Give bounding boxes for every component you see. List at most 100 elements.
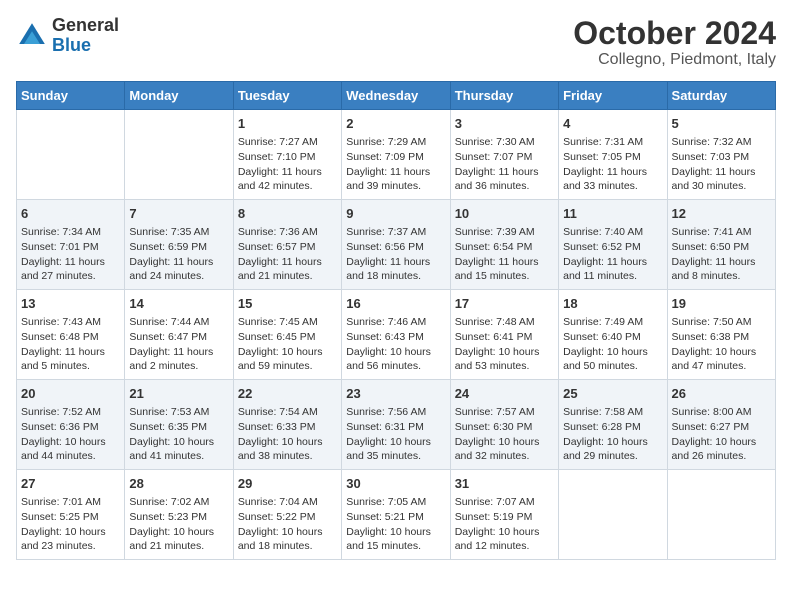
week-row-2: 13Sunrise: 7:43 AMSunset: 6:48 PMDayligh… [17,290,776,380]
header-friday: Friday [559,82,667,110]
day-cell: 8 Sunrise: 7:36 AMSunset: 6:57 PMDaylight… [233,200,341,290]
day-info: Sunrise: 7:31 AMSunset: 7:05 PMDaylight:… [563,135,662,194]
day-info: Sunrise: 7:35 AMSunset: 6:59 PMDaylight:… [129,225,228,284]
day-cell: 26 Sunrise: 8:00 AMSunset: 6:27 PMDayligh… [667,380,775,470]
day-number: 8 [238,205,337,223]
day-cell: 31 Sunrise: 7:07 AMSunset: 5:19 PMDayligh… [450,469,558,559]
day-cell: 25Sunrise: 7:58 AMSunset: 6:28 PMDayligh… [559,380,667,470]
day-cell: 6 Sunrise: 7:34 AMSunset: 7:01 PMDaylight… [17,200,125,290]
day-cell [667,469,775,559]
day-info: Sunrise: 7:57 AMSunset: 6:30 PMDaylight:… [455,405,554,464]
day-cell: 4 Sunrise: 7:31 AMSunset: 7:05 PMDaylight… [559,110,667,200]
day-number: 29 [238,475,337,493]
day-number: 6 [21,205,120,223]
logo-icon [16,20,48,52]
day-number: 11 [563,205,662,223]
week-row-1: 6 Sunrise: 7:34 AMSunset: 7:01 PMDaylight… [17,200,776,290]
day-cell: 24 Sunrise: 7:57 AMSunset: 6:30 PMDayligh… [450,380,558,470]
day-number: 24 [455,385,554,403]
calendar-subtitle: Collegno, Piedmont, Italy [573,51,776,69]
day-number: 2 [346,115,445,133]
day-cell: 19Sunrise: 7:50 AMSunset: 6:38 PMDayligh… [667,290,775,380]
day-number: 25 [563,385,662,403]
header-sunday: Sunday [17,82,125,110]
day-cell [17,110,125,200]
day-cell: 2Sunrise: 7:29 AMSunset: 7:09 PMDaylight… [342,110,450,200]
week-row-3: 20Sunrise: 7:52 AMSunset: 6:36 PMDayligh… [17,380,776,470]
day-number: 30 [346,475,445,493]
day-number: 21 [129,385,228,403]
header-saturday: Saturday [667,82,775,110]
day-number: 3 [455,115,554,133]
day-info: Sunrise: 7:49 AMSunset: 6:40 PMDaylight:… [563,315,662,374]
day-cell: 18 Sunrise: 7:49 AMSunset: 6:40 PMDayligh… [559,290,667,380]
day-info: Sunrise: 7:43 AMSunset: 6:48 PMDaylight:… [21,315,120,374]
header-tuesday: Tuesday [233,82,341,110]
day-info: Sunrise: 7:04 AMSunset: 5:22 PMDaylight:… [238,495,337,554]
day-info: Sunrise: 7:07 AMSunset: 5:19 PMDaylight:… [455,495,554,554]
day-number: 31 [455,475,554,493]
day-info: Sunrise: 7:34 AMSunset: 7:01 PMDaylight:… [21,225,120,284]
day-info: Sunrise: 7:01 AMSunset: 5:25 PMDaylight:… [21,495,120,554]
day-number: 15 [238,295,337,313]
day-info: Sunrise: 7:56 AMSunset: 6:31 PMDaylight:… [346,405,445,464]
header-monday: Monday [125,82,233,110]
day-number: 27 [21,475,120,493]
day-info: Sunrise: 7:32 AMSunset: 7:03 PMDaylight:… [672,135,771,194]
day-number: 18 [563,295,662,313]
day-cell: 5 Sunrise: 7:32 AMSunset: 7:03 PMDaylight… [667,110,775,200]
day-info: Sunrise: 7:40 AMSunset: 6:52 PMDaylight:… [563,225,662,284]
day-number: 28 [129,475,228,493]
day-cell [559,469,667,559]
logo-text: General Blue [52,16,119,56]
day-cell: 1Sunrise: 7:27 AMSunset: 7:10 PMDaylight… [233,110,341,200]
day-number: 16 [346,295,445,313]
day-cell: 28 Sunrise: 7:02 AMSunset: 5:23 PMDayligh… [125,469,233,559]
day-info: Sunrise: 7:53 AMSunset: 6:35 PMDaylight:… [129,405,228,464]
day-info: Sunrise: 7:44 AMSunset: 6:47 PMDaylight:… [129,315,228,374]
day-info: Sunrise: 7:02 AMSunset: 5:23 PMDaylight:… [129,495,228,554]
calendar-title: October 2024 [573,16,776,51]
calendar-header: SundayMondayTuesdayWednesdayThursdayFrid… [17,82,776,110]
header-wednesday: Wednesday [342,82,450,110]
day-cell: 12Sunrise: 7:41 AMSunset: 6:50 PMDayligh… [667,200,775,290]
day-info: Sunrise: 7:54 AMSunset: 6:33 PMDaylight:… [238,405,337,464]
day-number: 17 [455,295,554,313]
day-number: 7 [129,205,228,223]
day-cell: 13Sunrise: 7:43 AMSunset: 6:48 PMDayligh… [17,290,125,380]
day-cell: 22 Sunrise: 7:54 AMSunset: 6:33 PMDayligh… [233,380,341,470]
calendar-body: 1Sunrise: 7:27 AMSunset: 7:10 PMDaylight… [17,110,776,560]
day-cell: 3Sunrise: 7:30 AMSunset: 7:07 PMDaylight… [450,110,558,200]
day-number: 20 [21,385,120,403]
header-row: SundayMondayTuesdayWednesdayThursdayFrid… [17,82,776,110]
day-number: 26 [672,385,771,403]
day-info: Sunrise: 7:45 AMSunset: 6:45 PMDaylight:… [238,315,337,374]
day-cell: 30 Sunrise: 7:05 AMSunset: 5:21 PMDayligh… [342,469,450,559]
day-info: Sunrise: 7:36 AMSunset: 6:57 PMDaylight:… [238,225,337,284]
day-info: Sunrise: 7:05 AMSunset: 5:21 PMDaylight:… [346,495,445,554]
day-info: Sunrise: 7:46 AMSunset: 6:43 PMDaylight:… [346,315,445,374]
day-cell: 9Sunrise: 7:37 AMSunset: 6:56 PMDaylight… [342,200,450,290]
day-number: 5 [672,115,771,133]
day-cell: 29 Sunrise: 7:04 AMSunset: 5:22 PMDayligh… [233,469,341,559]
day-number: 4 [563,115,662,133]
week-row-0: 1Sunrise: 7:27 AMSunset: 7:10 PMDaylight… [17,110,776,200]
logo: General Blue [16,16,119,56]
title-block: October 2024 Collegno, Piedmont, Italy [573,16,776,69]
week-row-4: 27 Sunrise: 7:01 AMSunset: 5:25 PMDayligh… [17,469,776,559]
day-number: 23 [346,385,445,403]
calendar-table: SundayMondayTuesdayWednesdayThursdayFrid… [16,81,776,560]
day-cell: 20Sunrise: 7:52 AMSunset: 6:36 PMDayligh… [17,380,125,470]
day-info: Sunrise: 7:39 AMSunset: 6:54 PMDaylight:… [455,225,554,284]
day-number: 22 [238,385,337,403]
day-cell: 21 Sunrise: 7:53 AMSunset: 6:35 PMDayligh… [125,380,233,470]
day-info: Sunrise: 7:50 AMSunset: 6:38 PMDaylight:… [672,315,771,374]
day-number: 12 [672,205,771,223]
day-cell: 11 Sunrise: 7:40 AMSunset: 6:52 PMDayligh… [559,200,667,290]
day-number: 10 [455,205,554,223]
day-cell: 7 Sunrise: 7:35 AMSunset: 6:59 PMDaylight… [125,200,233,290]
day-info: Sunrise: 7:37 AMSunset: 6:56 PMDaylight:… [346,225,445,284]
day-info: Sunrise: 8:00 AMSunset: 6:27 PMDaylight:… [672,405,771,464]
day-cell: 10 Sunrise: 7:39 AMSunset: 6:54 PMDayligh… [450,200,558,290]
day-info: Sunrise: 7:27 AMSunset: 7:10 PMDaylight:… [238,135,337,194]
